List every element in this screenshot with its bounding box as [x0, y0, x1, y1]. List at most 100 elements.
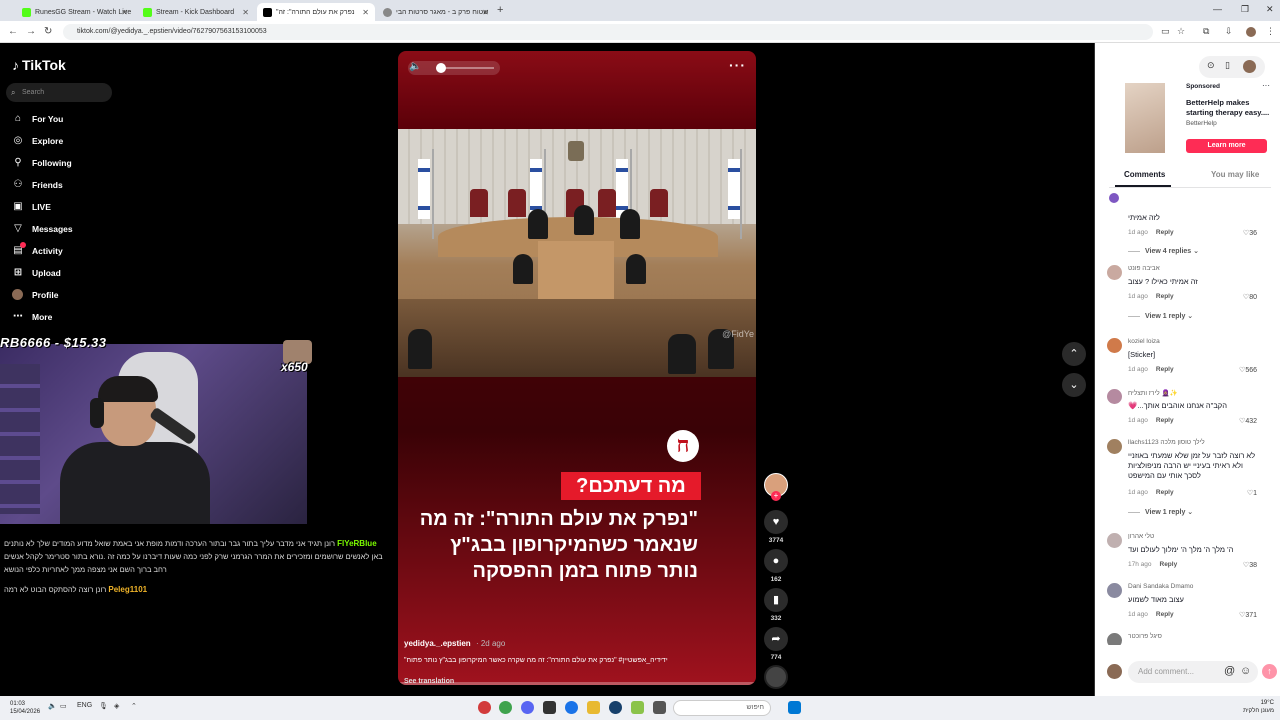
video-player[interactable]: 🔈 ··· @FidYe ח מה דעתכם? "נפרק את עולם ה…	[398, 51, 756, 685]
search-input[interactable]: ⌕ Search	[6, 83, 112, 102]
windows-start-icon[interactable]	[788, 701, 801, 714]
follow-plus-icon[interactable]: +	[771, 491, 781, 501]
nav-explore[interactable]: ◎ Explore	[12, 135, 64, 146]
nav-for-you[interactable]: ⌂ For You	[12, 113, 63, 124]
browser-tab[interactable]: Stream - Kick Dashboard ✕	[137, 3, 255, 21]
device-icon[interactable]: ▯	[1225, 60, 1230, 71]
nav-upload[interactable]: ⊞ Upload	[12, 267, 61, 278]
reply-button[interactable]: Reply	[1160, 561, 1178, 568]
avatar[interactable]	[1107, 583, 1122, 598]
bluetooth-icon[interactable]: ◈	[114, 702, 119, 710]
browser-tab-active[interactable]: "נפרק את עולם התורה": זה ✕	[257, 3, 375, 21]
view-replies-button[interactable]: View 4 replies ⌄	[1128, 247, 1199, 255]
language-indicator[interactable]: ENG	[77, 702, 92, 709]
comment-list[interactable]: לזה אמיתי 1d ago Reply ♡36 View 4 replies…	[1095, 193, 1280, 645]
profile-avatar[interactable]	[1246, 27, 1256, 37]
comment-author[interactable]: סיגל פרוכטר	[1128, 633, 1162, 640]
maximize-icon[interactable]: ❐	[1241, 4, 1249, 15]
tab-you-may-like[interactable]: You may like	[1211, 170, 1259, 179]
nav-profile[interactable]: Profile	[12, 289, 58, 300]
tab-comments[interactable]: Comments	[1124, 170, 1165, 179]
reply-button[interactable]: Reply	[1156, 489, 1174, 496]
view-replies-button[interactable]: View 1 reply ⌄	[1128, 508, 1193, 516]
avatar[interactable]	[1107, 439, 1122, 454]
comment-author[interactable]: לירז ותצליח 🧕🏽✨	[1128, 389, 1178, 397]
chrome-icon[interactable]	[565, 701, 578, 714]
chevron-up-icon[interactable]: ⌃	[131, 702, 137, 710]
ad-thumbnail[interactable]	[1125, 83, 1165, 153]
comment-likes[interactable]: ♡36	[1243, 229, 1257, 237]
ad-title[interactable]: BetterHelp makes starting therapy easy..…	[1186, 98, 1271, 118]
comment-likes[interactable]: ♡38	[1243, 561, 1257, 569]
send-icon[interactable]: ↑	[1262, 664, 1277, 679]
avatar[interactable]	[1107, 265, 1122, 280]
comment-author[interactable]: טלי אהרון	[1128, 533, 1154, 540]
microphone-icon[interactable]: 🎙	[99, 702, 108, 710]
browser-tab[interactable]: RunesGG Stream - Watch Live ✕	[16, 3, 134, 21]
close-icon[interactable]: ✕	[362, 8, 369, 17]
nav-more[interactable]: ⋯ More	[12, 311, 52, 322]
weather-widget[interactable]: 19°C מעונן חלקית	[1218, 699, 1274, 715]
url-field[interactable]: tiktok.com/@yedidya._.epstien/video/7627…	[63, 24, 1153, 40]
speaker-icon[interactable]: 🔈	[409, 61, 421, 72]
comment-author[interactable]: koziel loiza	[1128, 338, 1160, 345]
learn-more-button[interactable]: Learn more	[1186, 139, 1267, 153]
avatar[interactable]	[1107, 633, 1122, 645]
network-icon[interactable]: ▭	[60, 702, 67, 710]
whatsapp-icon[interactable]	[499, 701, 512, 714]
nav-following[interactable]: ⚲ Following	[12, 157, 71, 168]
previous-video-button[interactable]: ⌃	[1062, 342, 1086, 366]
like-button[interactable]: ♥	[764, 510, 788, 534]
menu-icon[interactable]: ⋮	[1266, 26, 1275, 37]
folder-icon[interactable]	[587, 701, 600, 714]
reply-button[interactable]: Reply	[1156, 417, 1174, 424]
add-comment-input[interactable]: Add comment...	[1128, 661, 1258, 683]
next-video-button[interactable]: ⌄	[1062, 373, 1086, 397]
comment-author[interactable]: Dani Sandaka Dmamo	[1128, 583, 1193, 590]
nav-messages[interactable]: ▽ Messages	[12, 223, 73, 234]
save-button[interactable]: ▮	[764, 588, 788, 612]
taskbar-search[interactable]: חיפוש	[673, 700, 771, 716]
browser-tab[interactable]: שטוח פרק ב - מאגר סרטות הבי ✕	[377, 3, 495, 21]
new-tab-button[interactable]: +	[497, 4, 503, 16]
reply-button[interactable]: Reply	[1156, 366, 1174, 373]
sound-disc[interactable]	[764, 665, 788, 689]
emoji-icon[interactable]: ☺	[1240, 665, 1251, 677]
more-options-icon[interactable]: ···	[729, 57, 746, 73]
reply-button[interactable]: Reply	[1156, 229, 1174, 236]
discord-icon[interactable]	[521, 701, 534, 714]
close-icon[interactable]: ✕	[242, 8, 249, 17]
more-options-icon[interactable]: ···	[1262, 81, 1270, 90]
app-icon[interactable]	[653, 701, 666, 714]
coin-icon[interactable]: ⊙	[1207, 60, 1215, 71]
app-icon[interactable]	[478, 701, 491, 714]
avatar[interactable]	[1243, 60, 1256, 73]
volume-knob[interactable]	[435, 63, 446, 73]
video-progress-bar[interactable]	[398, 682, 756, 685]
comment-likes[interactable]: ♡1	[1247, 489, 1257, 497]
video-author[interactable]: yedidya._.epstien · 2d ago	[404, 639, 505, 648]
minimize-icon[interactable]: —	[1213, 4, 1222, 14]
mention-icon[interactable]: @	[1224, 665, 1235, 677]
avatar[interactable]	[1107, 338, 1122, 353]
tiktok-logo[interactable]: ♪ TikTok	[12, 57, 66, 73]
close-window-icon[interactable]: ✕	[1266, 4, 1274, 15]
clock[interactable]: 01:03 15/04/2026	[10, 700, 40, 716]
nav-friends[interactable]: ⚇ Friends	[12, 179, 63, 190]
reply-button[interactable]: Reply	[1156, 611, 1174, 618]
comment-likes[interactable]: ♡80	[1243, 293, 1257, 301]
downloads-icon[interactable]: ⇩	[1225, 26, 1233, 37]
comment-button[interactable]: ●	[764, 549, 788, 573]
comment-likes[interactable]: ♡371	[1239, 611, 1257, 619]
reply-button[interactable]: Reply	[1156, 293, 1174, 300]
comment-author[interactable]: llachs1123 לילך טוסון מלכה	[1128, 439, 1205, 446]
nav-activity[interactable]: ▤ Activity	[12, 242, 63, 256]
cast-icon[interactable]: ▭	[1161, 26, 1170, 37]
back-icon[interactable]: ←	[8, 26, 18, 37]
comment-likes[interactable]: ♡432	[1239, 417, 1257, 425]
bookmark-star-icon[interactable]: ☆	[1177, 26, 1185, 37]
avatar[interactable]	[1107, 389, 1122, 404]
close-icon[interactable]: ✕	[482, 8, 489, 17]
comment-likes[interactable]: ♡566	[1239, 366, 1257, 374]
comment-author[interactable]: אביבה פונט	[1128, 265, 1160, 272]
